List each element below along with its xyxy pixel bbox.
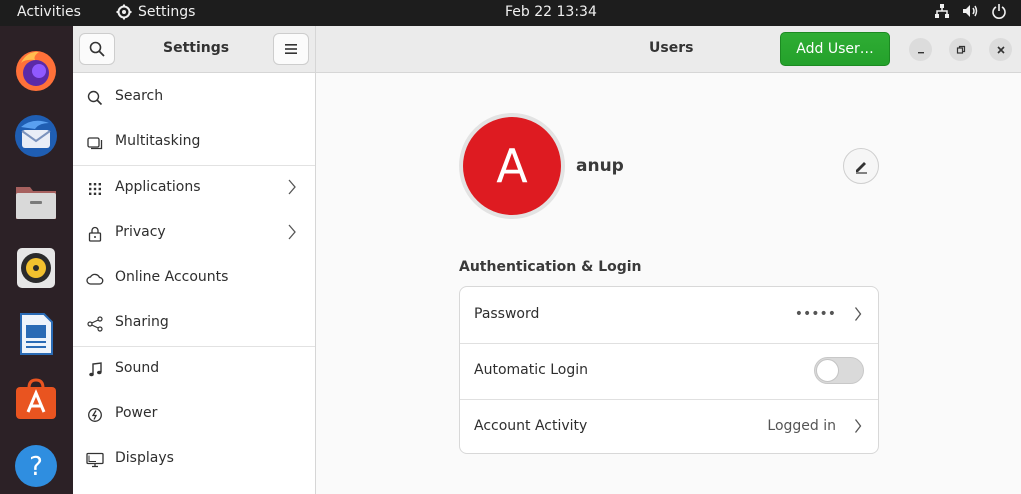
settings-window: Settings Users Add User… Search Multitas… (73, 26, 1021, 494)
sidebar-item-label: Multitasking (115, 133, 201, 149)
share-icon (86, 315, 104, 333)
sidebar-item-privacy[interactable]: Privacy (73, 211, 315, 256)
username: anup (576, 156, 624, 176)
sidebar-item-displays[interactable]: Displays (73, 437, 315, 482)
automatic-login-toggle[interactable] (814, 357, 864, 384)
chevron-right-icon (854, 419, 862, 433)
sidebar-item-label: Displays (115, 450, 174, 466)
svg-text:?: ? (29, 452, 43, 482)
sidebar-item-online-accounts[interactable]: Online Accounts (73, 256, 315, 301)
lock-icon (86, 225, 104, 243)
help-icon[interactable]: ? (12, 442, 60, 490)
clock[interactable]: Feb 22 13:34 (505, 4, 597, 20)
sidebar-item-sharing[interactable]: Sharing (73, 301, 315, 346)
edit-name-button[interactable] (843, 148, 879, 184)
applications-icon (86, 180, 104, 198)
power-menu-icon (992, 4, 1006, 19)
row-label: Automatic Login (474, 362, 589, 378)
account-activity-value: Logged in (767, 418, 836, 434)
chevron-right-icon (854, 307, 862, 321)
sidebar-item-label: Sound (115, 360, 160, 376)
password-value: ••••• (794, 306, 836, 322)
chevron-right-icon (288, 179, 296, 195)
automatic-login-row: Automatic Login (460, 343, 878, 399)
sidebar-item-label: Search (115, 88, 164, 104)
avatar[interactable]: A (459, 113, 565, 219)
header-bar: Settings Users Add User… (73, 26, 1021, 73)
chevron-right-icon (288, 224, 296, 240)
multitasking-icon (86, 134, 104, 152)
sidebar-item-label: Applications (115, 179, 201, 195)
sidebar-item-search[interactable]: Search (73, 75, 315, 120)
toggle-knob (816, 359, 839, 382)
sidebar: Search Multitasking Applications Privacy… (73, 73, 315, 494)
libreoffice-writer-icon[interactable] (12, 310, 60, 358)
search-icon (86, 89, 104, 107)
avatar-letter: A (463, 117, 561, 215)
hamburger-menu-icon (285, 44, 297, 54)
sidebar-item-applications[interactable]: Applications (73, 166, 315, 211)
sidebar-item-sound[interactable]: Sound (73, 347, 315, 392)
cloud-icon (86, 270, 104, 288)
add-user-button[interactable]: Add User… (780, 32, 890, 66)
close-button[interactable] (989, 38, 1012, 61)
network-icon (935, 4, 949, 18)
auth-list: Password ••••• Automatic Login Account A… (459, 286, 879, 454)
system-tray[interactable] (934, 3, 1007, 19)
volume-icon (963, 5, 978, 17)
sidebar-item-label: Privacy (115, 224, 166, 240)
sidebar-item-power[interactable]: Power (73, 392, 315, 437)
sidebar-item-label: Online Accounts (115, 269, 229, 285)
section-title: Authentication & Login (459, 259, 642, 275)
power-icon (86, 406, 104, 424)
sidebar-item-label: Sharing (115, 314, 169, 330)
maximize-button[interactable] (949, 38, 972, 61)
row-label: Account Activity (474, 418, 588, 434)
account-activity-row[interactable]: Account Activity Logged in (460, 399, 878, 455)
settings-gear-icon (116, 4, 132, 20)
app-center-icon[interactable] (12, 376, 60, 424)
search-icon (89, 41, 105, 57)
thunderbird-icon[interactable] (12, 112, 60, 160)
sidebar-title: Settings (163, 40, 230, 56)
app-menu[interactable]: Settings (116, 4, 195, 20)
music-note-icon (86, 361, 104, 379)
display-icon (86, 451, 104, 469)
main-menu-button[interactable] (273, 33, 309, 65)
minimize-button[interactable] (909, 38, 932, 61)
row-label: Password (474, 306, 540, 322)
pencil-icon (856, 162, 867, 174)
top-bar: Activities Settings Feb 22 13:34 (0, 0, 1021, 26)
search-button[interactable] (79, 33, 115, 65)
close-icon (996, 45, 1005, 54)
files-icon[interactable] (12, 178, 60, 226)
sidebar-item-label: Power (115, 405, 158, 421)
activities-button[interactable]: Activities (17, 4, 81, 20)
password-row[interactable]: Password ••••• (460, 287, 878, 343)
firefox-icon[interactable] (12, 46, 60, 94)
rhythmbox-icon[interactable] (12, 244, 60, 292)
sidebar-separator (315, 26, 316, 494)
minimize-icon (917, 51, 924, 53)
page-title: Users (649, 40, 694, 56)
sidebar-item-multitasking[interactable]: Multitasking (73, 120, 315, 165)
app-name: Settings (138, 4, 196, 20)
dock: ? (0, 26, 73, 494)
restore-icon (956, 45, 965, 54)
